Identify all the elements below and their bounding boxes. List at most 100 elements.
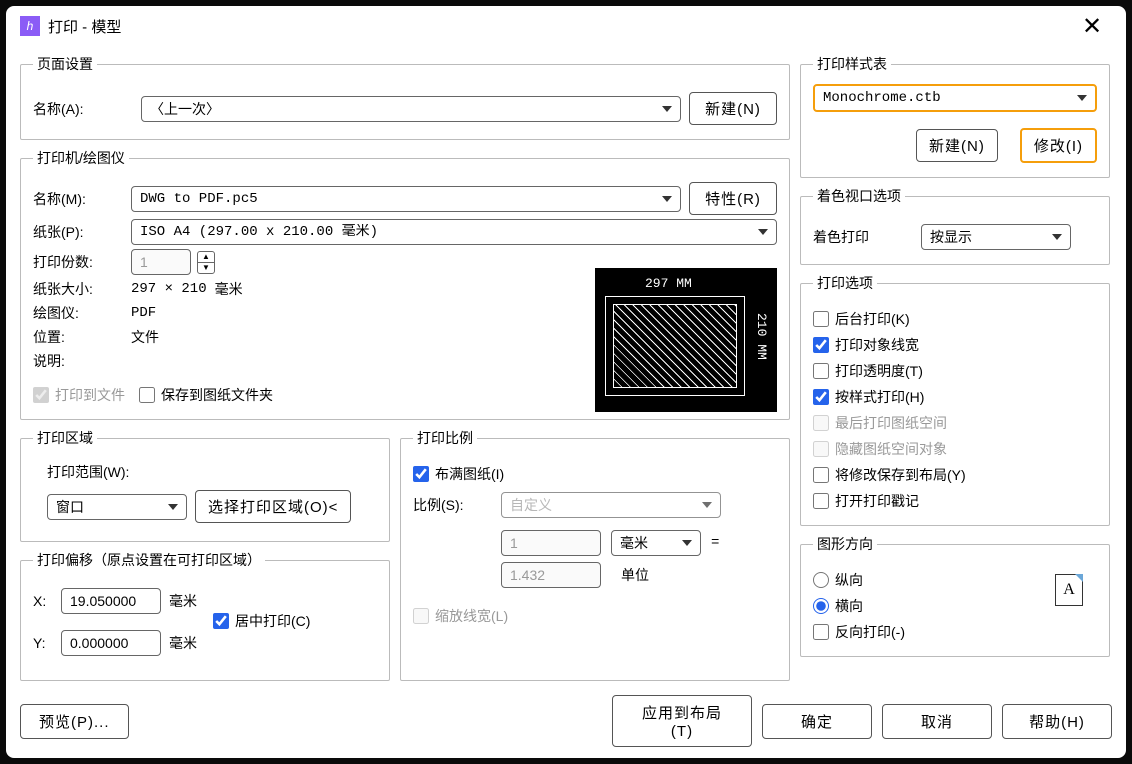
style-table-select[interactable]: Monochrome.ctb [813,84,1097,112]
paper-size-unit: 毫米 [215,279,243,299]
printer-props-button[interactable]: 特性(R) [689,182,777,215]
print-options-group: 打印选项 后台打印(K) 打印对象线宽 打印透明度(T) 按样式打印(H) [800,273,1110,526]
plotter-value: PDF [131,305,156,321]
center-print-checkbox[interactable] [213,613,229,629]
print-range-label: 打印范围(W): [47,462,363,482]
paper-label: 纸张(P): [33,222,123,242]
plotter-label: 绘图仪: [33,303,123,323]
cancel-button[interactable]: 取消 [882,704,992,739]
printer-name-select[interactable]: DWG to PDF.pc5 [131,186,681,212]
opt-lastpaper-checkbox [813,415,829,431]
copies-input[interactable] [131,249,191,275]
close-icon[interactable]: ✕ [1072,12,1112,41]
offset-y-unit: 毫米 [169,633,197,653]
scale-label: 比例(S): [413,495,493,515]
opt-hidepaper-checkbox [813,441,829,457]
page-name-select[interactable]: 〈上一次〉 [141,96,681,122]
scale-top-input[interactable] [501,530,601,556]
center-print-row[interactable]: 居中打印(C) [213,611,310,631]
opt-save-row[interactable]: 将修改保存到布局(Y) [813,465,1097,485]
desc-label: 说明: [33,351,123,371]
fit-to-paper-row[interactable]: 布满图纸(I) [413,464,777,484]
shade-select[interactable]: 按显示 [921,224,1071,250]
opt-bg-row[interactable]: 后台打印(K) [813,309,1097,329]
scale-bot-unit: 单位 [621,565,649,585]
scale-unit-select[interactable]: 毫米 [611,530,701,556]
page-new-button[interactable]: 新建(N) [689,92,777,125]
opt-trans-checkbox[interactable] [813,363,829,379]
app-icon: h [20,16,40,36]
help-button[interactable]: 帮助(H) [1002,704,1112,739]
scale-bot-input[interactable] [501,562,601,588]
offset-y-input[interactable] [61,630,161,656]
page-setup-group: 页面设置 名称(A): 〈上一次〉 新建(N) [20,54,790,140]
style-modify-button[interactable]: 修改(I) [1020,128,1097,163]
reverse-row[interactable]: 反向打印(-) [813,622,1097,642]
print-scale-group: 打印比例 布满图纸(I) 比例(S): 自定义 毫米 [400,428,790,681]
print-area-legend: 打印区域 [33,428,97,448]
paper-preview: 297 MM 210 MM [595,268,777,412]
chevron-down-icon[interactable]: ▼ [198,263,214,273]
style-new-button[interactable]: 新建(N) [916,129,998,162]
page-setup-legend: 页面设置 [33,54,97,74]
print-range-select[interactable]: 窗口 [47,494,187,520]
location-label: 位置: [33,327,123,347]
apply-button[interactable]: 应用到布局(T) [612,695,752,747]
printer-name-label: 名称(M): [33,189,123,209]
viewport-group: 着色视口选项 着色打印 按显示 [800,186,1110,265]
opt-style-row[interactable]: 按样式打印(H) [813,387,1097,407]
landscape-radio[interactable] [813,598,829,614]
print-offset-legend: 打印偏移（原点设置在可打印区域） [33,550,265,570]
select-area-button[interactable]: 选择打印区域(O)< [195,490,351,523]
orientation-group: 图形方向 纵向 横向 反向打印(-) A [800,534,1110,657]
chevron-up-icon[interactable]: ▲ [198,252,214,263]
print-options-legend: 打印选项 [813,273,877,293]
preview-button[interactable]: 预览(P)... [20,704,129,739]
opt-style-checkbox[interactable] [813,389,829,405]
print-offset-group: 打印偏移（原点设置在可打印区域） X: 毫米 Y: [20,550,390,681]
print-to-file-checkbox [33,387,49,403]
opt-stamp-checkbox[interactable] [813,493,829,509]
window-title: 打印 - 模型 [48,16,121,37]
paper-select[interactable]: ISO A4 (297.00 x 210.00 毫米) [131,219,777,245]
viewport-legend: 着色视口选项 [813,186,905,206]
copies-spinner-buttons[interactable]: ▲ ▼ [197,251,215,274]
style-table-legend: 打印样式表 [813,54,891,74]
print-area-group: 打印区域 打印范围(W): 窗口 选择打印区域(O)< [20,428,390,542]
opt-trans-row[interactable]: 打印透明度(T) [813,361,1097,381]
paper-size-label: 纸张大小: [33,279,123,299]
orientation-legend: 图形方向 [813,534,877,554]
copies-label: 打印份数: [33,252,123,272]
offset-x-unit: 毫米 [169,591,197,611]
opt-lw-row[interactable]: 打印对象线宽 [813,335,1097,355]
opt-hidepaper-row: 隐藏图纸空间对象 [813,439,1097,459]
scale-select[interactable]: 自定义 [501,492,721,518]
opt-bg-checkbox[interactable] [813,311,829,327]
preview-width-label: 297 MM [645,276,692,291]
reverse-checkbox[interactable] [813,624,829,640]
print-dialog: h 打印 - 模型 ✕ 页面设置 名称(A): 〈上一次〉 新建(N) 打印机/… [6,6,1126,758]
printer-legend: 打印机/绘图仪 [33,148,129,168]
opt-stamp-row[interactable]: 打开打印戳记 [813,491,1097,511]
scale-lineweight-row: 缩放线宽(L) [413,606,777,626]
opt-save-checkbox[interactable] [813,467,829,483]
print-to-file-row: 打印到文件 [33,385,125,405]
copies-stepper[interactable]: ▲ ▼ [131,249,215,275]
page-name-label: 名称(A): [33,99,133,119]
ok-button[interactable]: 确定 [762,704,872,739]
fit-to-paper-checkbox[interactable] [413,466,429,482]
print-scale-legend: 打印比例 [413,428,477,448]
preview-height-label: 210 MM [754,313,769,360]
save-to-folder-row[interactable]: 保存到图纸文件夹 [139,385,273,405]
opt-lastpaper-row: 最后打印图纸空间 [813,413,1097,433]
scale-equals: = [711,535,719,551]
offset-x-input[interactable] [61,588,161,614]
style-table-group: 打印样式表 Monochrome.ctb 新建(N) 修改(I) [800,54,1110,178]
portrait-radio[interactable] [813,572,829,588]
footer: 预览(P)... 应用到布局(T) 确定 取消 帮助(H) [6,681,1126,761]
save-to-folder-checkbox[interactable] [139,387,155,403]
offset-x-label: X: [33,593,53,609]
scale-lineweight-checkbox [413,608,429,624]
opt-lw-checkbox[interactable] [813,337,829,353]
offset-y-label: Y: [33,635,53,651]
